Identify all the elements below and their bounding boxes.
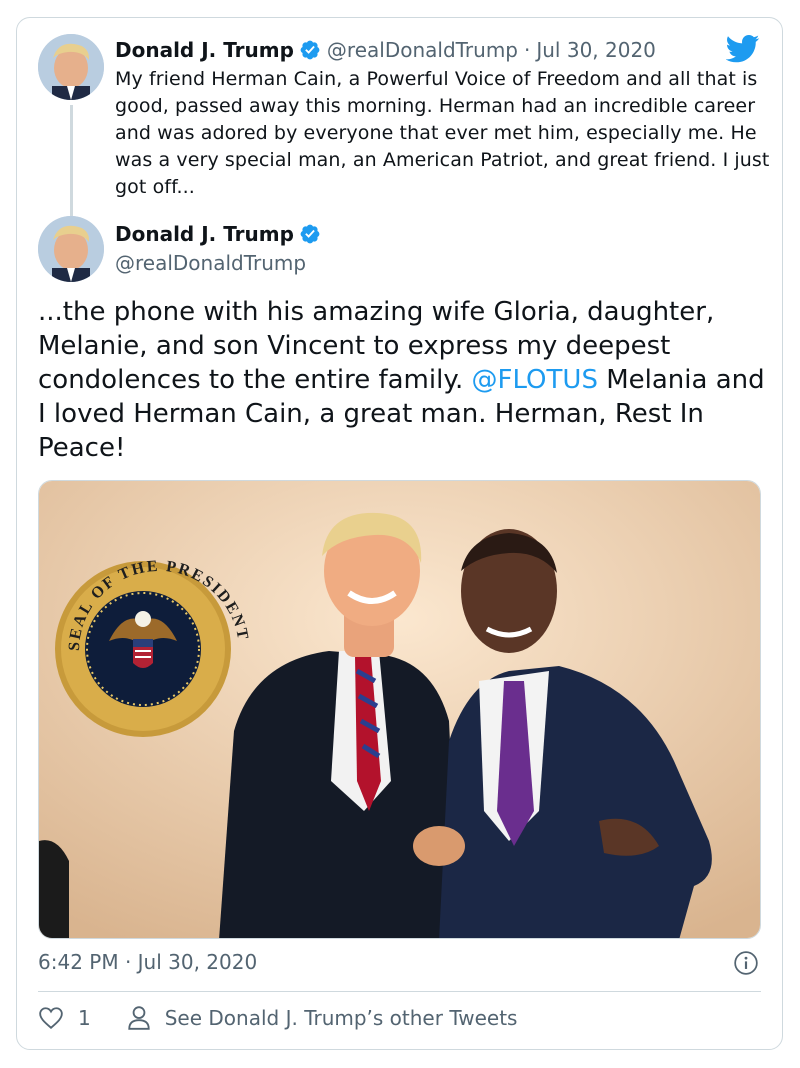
thread-connector [70, 105, 73, 223]
main-author-name[interactable]: Donald J. Trump [115, 222, 294, 246]
parent-tweet-text: My friend Herman Cain, a Powerful Voice … [115, 68, 770, 198]
embedded-tweet-card[interactable]: Donald J. Trump @realDonaldTrump · Jul 3… [16, 17, 783, 1050]
tweet-timestamp[interactable]: 6:42 PM · Jul 30, 2020 [38, 950, 257, 974]
like-count[interactable]: 1 [78, 1006, 91, 1030]
handshake [413, 826, 465, 866]
info-icon[interactable] [733, 950, 759, 976]
twitter-bird-icon[interactable] [726, 35, 760, 63]
verified-badge-icon [300, 224, 320, 244]
tweet-photo[interactable]: SEAL OF THE PRESIDENT OF THE UNITED STAT… [38, 480, 761, 939]
see-other-tweets-link[interactable]: See Donald J. Trump’s other Tweets [165, 1006, 518, 1030]
main-author-row: Donald J. Trump [115, 222, 327, 246]
parent-author-name[interactable]: Donald J. Trump [115, 38, 294, 62]
heart-icon[interactable] [38, 1005, 64, 1031]
tweet-actions: 1 See Donald J. Trump’s other Tweets [38, 1005, 517, 1031]
parent-author-handle[interactable]: @realDonaldTrump [327, 38, 518, 62]
flotus-mention-link[interactable]: @FLOTUS [472, 365, 598, 395]
parent-tweet-date[interactable]: Jul 30, 2020 [536, 38, 656, 62]
main-avatar[interactable] [38, 216, 104, 282]
verified-badge-icon [300, 40, 320, 60]
parent-avatar[interactable] [38, 34, 104, 100]
main-tweet-text: ...the phone with his amazing wife Glori… [38, 295, 768, 465]
action-divider [38, 991, 761, 992]
parent-tweet-header: Donald J. Trump @realDonaldTrump · Jul 3… [115, 38, 656, 62]
main-author-handle[interactable]: @realDonaldTrump [115, 251, 306, 275]
person-icon [128, 1006, 150, 1030]
separator-dot: · [524, 38, 531, 62]
